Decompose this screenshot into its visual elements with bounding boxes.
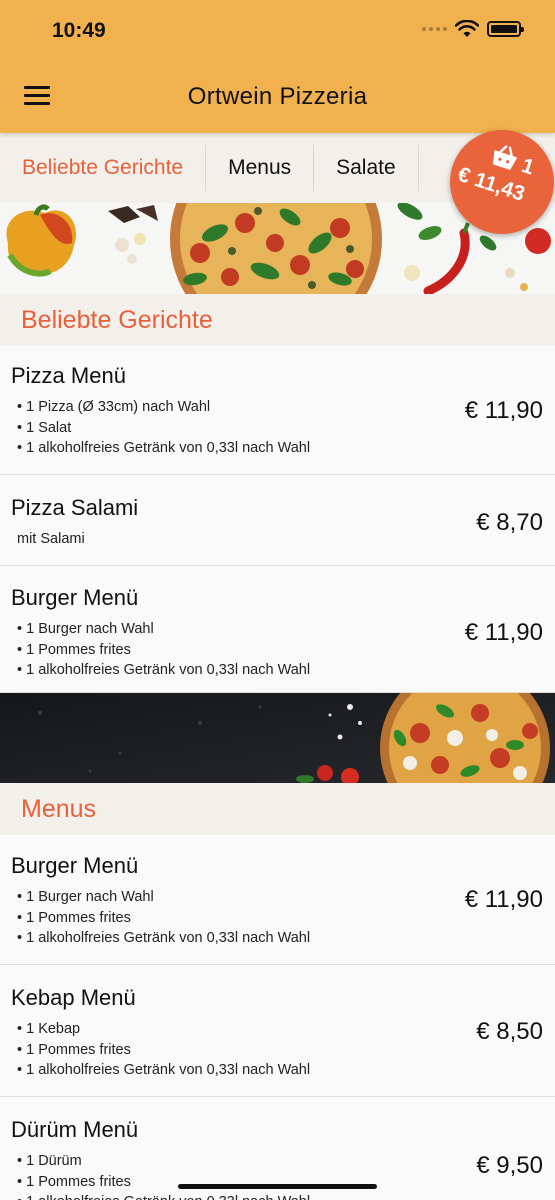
home-indicator[interactable] <box>178 1184 377 1189</box>
item-price: € 8,70 <box>476 509 543 536</box>
tab-menus[interactable]: Menus <box>206 145 315 191</box>
item-description: • 1 Dürüm • 1 Pommes frites • 1 alkoholf… <box>17 1153 310 1200</box>
menu-item[interactable]: Kebap Menü • 1 Kebap • 1 Pommes frites •… <box>0 965 555 1097</box>
status-icons <box>422 20 524 38</box>
item-name: Kebap Menü <box>11 985 136 1010</box>
item-name: Pizza Salami <box>11 495 139 520</box>
banner-image-menus <box>0 693 555 783</box>
item-name: Dürüm Menü <box>11 1117 139 1142</box>
tab-salate[interactable]: Salate <box>314 145 419 191</box>
item-name: Burger Menü <box>11 853 139 878</box>
menu-item[interactable]: Burger Menü • 1 Burger nach Wahl • 1 Pom… <box>0 566 555 693</box>
item-price: € 8,50 <box>476 1018 543 1045</box>
item-description: • 1 Burger nach Wahl • 1 Pommes frites •… <box>17 889 311 946</box>
item-description: • 1 Pizza (Ø 33cm) nach Wahl • 1 Salat •… <box>17 399 311 456</box>
tab-beliebte-gerichte[interactable]: Beliebte Gerichte <box>0 145 207 191</box>
item-description: • 1 Burger nach Wahl • 1 Pommes frites •… <box>17 621 311 678</box>
menu-item[interactable]: Pizza Menü • 1 Pizza (Ø 33cm) nach Wahl … <box>0 346 555 475</box>
shopping-bag-icon <box>493 145 518 170</box>
status-time: 10:49 <box>52 19 106 42</box>
page-title: Ortwein Pizzeria <box>187 83 368 110</box>
item-name: Pizza Menü <box>11 363 126 388</box>
cart-button[interactable]: 1 € 11,43 <box>450 130 554 234</box>
menu-item[interactable]: Pizza Salami mit Salami € 8,70 <box>0 475 555 566</box>
app-header: 10:49 Ortwein Pizzeria <box>0 0 555 133</box>
item-price: € 9,50 <box>476 1152 543 1179</box>
item-description: mit Salami <box>17 531 85 547</box>
item-price: € 11,90 <box>464 619 543 646</box>
wifi-icon <box>455 20 479 37</box>
item-description: • 1 Kebap • 1 Pommes frites • 1 alkoholf… <box>17 1021 311 1078</box>
item-name: Burger Menü <box>11 585 139 610</box>
item-price: € 11,90 <box>464 397 543 424</box>
cart-count: 1 <box>518 153 537 180</box>
battery-icon <box>487 21 524 37</box>
signal-icon <box>422 27 447 31</box>
item-price: € 11,90 <box>464 886 543 913</box>
section-title-menus: Menus <box>0 783 555 835</box>
section-title-beliebte-gerichte: Beliebte Gerichte <box>0 294 555 346</box>
menu-item[interactable]: Burger Menü • 1 Burger nach Wahl • 1 Pom… <box>0 835 555 965</box>
